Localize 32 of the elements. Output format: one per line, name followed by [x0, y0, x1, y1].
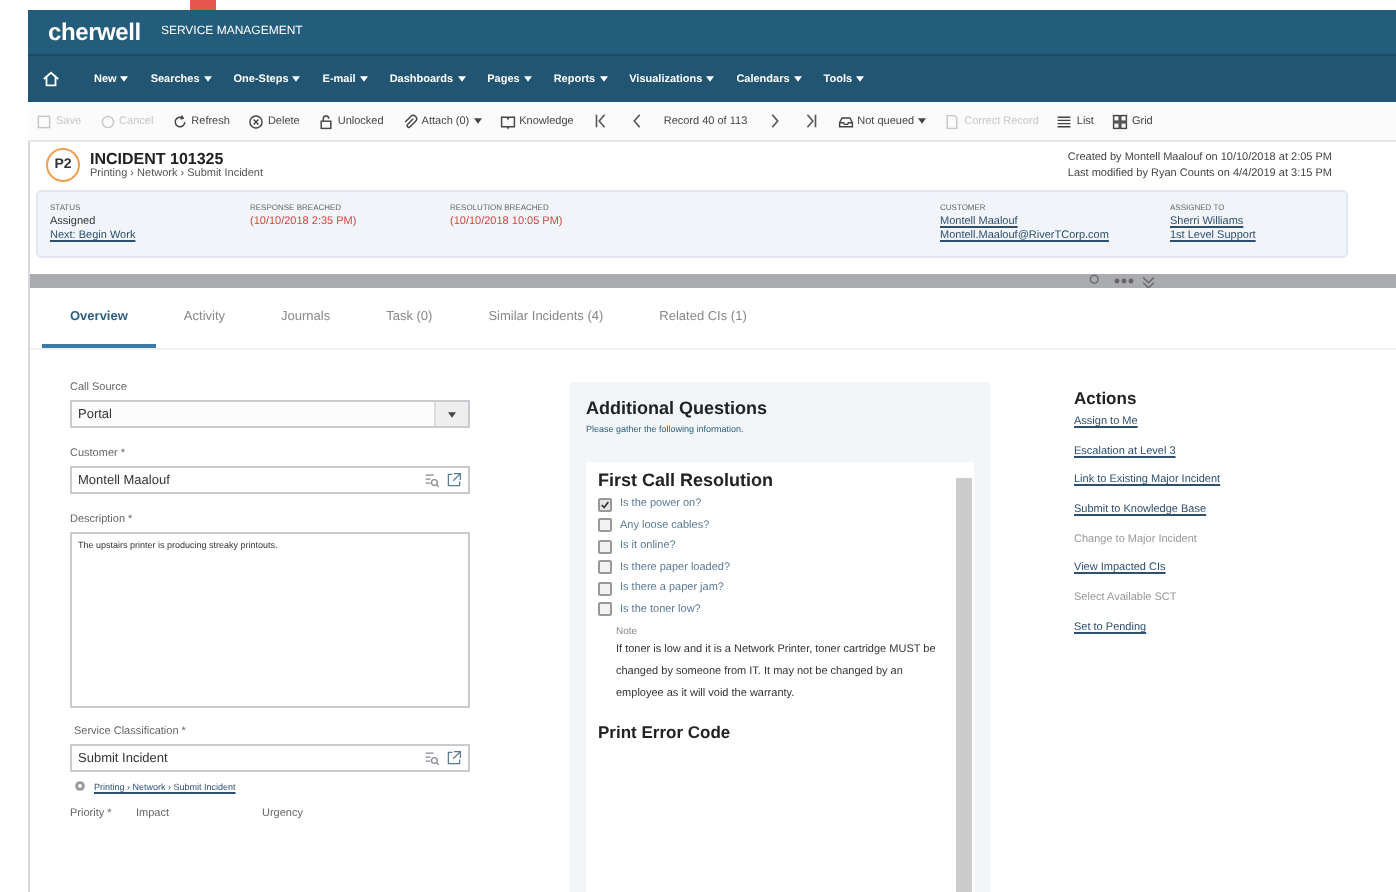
open-external-icon[interactable]	[446, 750, 462, 766]
checkbox[interactable]	[598, 539, 612, 554]
grid-icon	[1111, 113, 1128, 129]
refresh-icon	[171, 113, 188, 129]
checkbox[interactable]	[598, 602, 612, 617]
incident-title: INCIDENT 101325	[90, 150, 226, 168]
checkbox[interactable]	[598, 518, 612, 533]
cancel-icon	[99, 113, 116, 129]
book-icon	[499, 113, 516, 129]
checkbox[interactable]	[598, 560, 612, 575]
logo: cherwell	[48, 18, 141, 46]
collapse-controls-icon[interactable]	[1088, 274, 1160, 288]
lookup-icon[interactable]	[424, 750, 440, 766]
delete-icon	[247, 113, 264, 129]
section-title: First Call Resolution	[598, 470, 776, 490]
checkbox[interactable]	[598, 581, 612, 596]
lock-icon	[317, 113, 334, 129]
section-title: Print Error Code	[598, 722, 733, 742]
panel-title: Additional Questions	[586, 398, 770, 418]
caret-icon	[448, 411, 456, 417]
checkbox[interactable]	[598, 497, 612, 512]
home-icon[interactable]	[42, 70, 60, 88]
document-icon	[944, 113, 961, 129]
lookup-icon[interactable]	[424, 472, 440, 488]
inbox-icon	[837, 113, 854, 129]
scrollbar[interactable]	[956, 478, 972, 892]
paperclip-icon	[401, 113, 418, 129]
last-record-icon[interactable]	[801, 112, 820, 130]
actions-title: Actions	[1074, 388, 1139, 408]
first-record-icon[interactable]	[591, 112, 610, 130]
open-external-icon[interactable]	[446, 472, 462, 488]
list-icon	[1056, 113, 1073, 129]
